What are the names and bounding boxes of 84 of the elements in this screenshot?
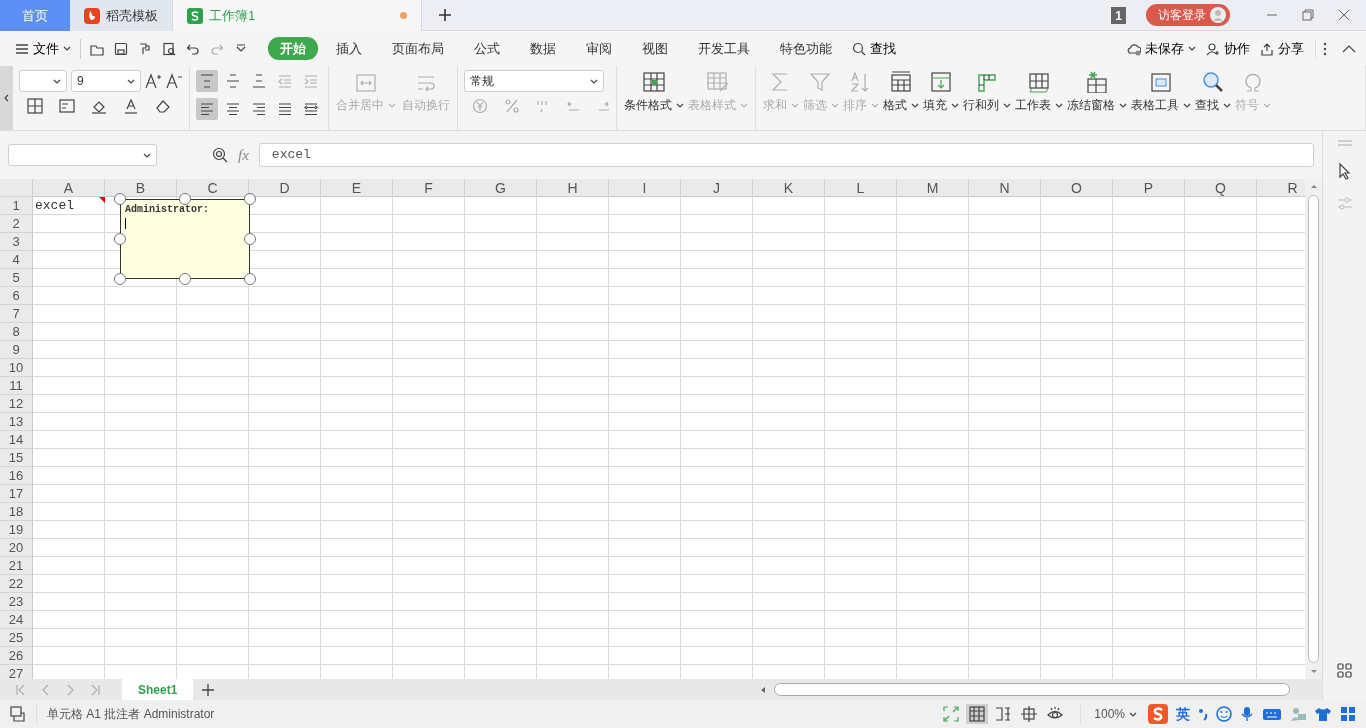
row-header[interactable]: 24 — [0, 611, 33, 629]
search-button[interactable]: 查找 — [847, 38, 901, 59]
column-header[interactable]: L — [825, 179, 897, 197]
formula-field[interactable]: excel — [258, 143, 1314, 167]
row-header[interactable]: 23 — [0, 593, 33, 611]
row-header[interactable]: 13 — [0, 413, 33, 431]
column-header[interactable]: C — [177, 179, 249, 197]
ribbon-tab[interactable]: 页面布局 — [380, 36, 456, 61]
ribbon-button[interactable]: 填充 — [922, 67, 960, 118]
cell-text: excel — [35, 198, 74, 213]
column-header[interactable]: N — [969, 179, 1041, 197]
document-tab[interactable]: 稻壳模板 — [70, 0, 172, 31]
ribbon-button[interactable]: 查找 — [1194, 67, 1232, 118]
row-header[interactable]: 7 — [0, 305, 33, 323]
column-header[interactable]: G — [465, 179, 537, 197]
row-header[interactable]: 9 — [0, 341, 33, 359]
row-header[interactable]: 22 — [0, 575, 33, 593]
column-header[interactable]: J — [681, 179, 753, 197]
ribbon-tab[interactable]: 开发工具 — [686, 36, 762, 61]
row-header[interactable]: 12 — [0, 395, 33, 413]
ribbon-tab[interactable]: 视图 — [630, 36, 680, 61]
row-header[interactable]: 21 — [0, 557, 33, 575]
toolbar-button[interactable]: 未保存 — [1122, 38, 1201, 59]
document-tab[interactable]: 工作簿1 — [172, 0, 422, 31]
row-header[interactable]: 19 — [0, 521, 33, 539]
status-text: 单元格 A1 批注者 Administrator — [47, 706, 215, 723]
comment-author: Administrator: — [125, 203, 210, 217]
tab-label: 稻壳模板 — [106, 6, 158, 25]
ribbon-button[interactable]: 冻结窗格 — [1066, 67, 1128, 118]
row-header[interactable]: 11 — [0, 377, 33, 395]
column-header[interactable]: B — [105, 179, 177, 197]
login-button[interactable]: 访客登录 — [1146, 4, 1230, 26]
number-format-field[interactable]: 常规 — [464, 70, 604, 92]
row-header[interactable]: 18 — [0, 503, 33, 521]
row-header[interactable]: 20 — [0, 539, 33, 557]
column-header[interactable]: D — [249, 179, 321, 197]
column-header[interactable]: R — [1257, 179, 1305, 197]
column-header[interactable]: I — [609, 179, 681, 197]
zoom-button[interactable]: 100% — [1091, 703, 1140, 725]
file-menu[interactable]: 文件 — [10, 38, 76, 59]
tab-label: 首页 — [22, 6, 48, 25]
ime-language[interactable]: 英 — [1176, 703, 1190, 725]
tab-label: 工作簿1 — [209, 6, 256, 25]
ribbon-button[interactable]: 表格工具 — [1130, 67, 1192, 118]
toolbar-button[interactable]: 协作 — [1201, 38, 1255, 59]
toolbar-button[interactable]: 分享 — [1255, 38, 1309, 59]
ribbon-tab[interactable]: 公式 — [462, 36, 512, 61]
column-header[interactable]: K — [753, 179, 825, 197]
row-header[interactable]: 27 — [0, 665, 33, 679]
column-header[interactable]: M — [897, 179, 969, 197]
ribbon-button[interactable]: 条件格式 — [623, 67, 685, 118]
column-header[interactable]: Q — [1185, 179, 1257, 197]
column-header[interactable]: P — [1113, 179, 1185, 197]
ribbon-button[interactable]: 行和列 — [962, 67, 1012, 118]
row-header[interactable]: 5 — [0, 269, 33, 287]
function-label[interactable]: fx — [238, 143, 249, 167]
font-size-field[interactable]: 9 — [71, 70, 141, 92]
ribbon-button[interactable]: 工作表 — [1014, 67, 1064, 118]
window-count-badge[interactable]: 1 — [1111, 7, 1126, 24]
comment-box[interactable]: Administrator: — [120, 199, 250, 279]
ribbon-tab[interactable]: 审阅 — [574, 36, 624, 61]
ribbon-tab[interactable]: 插入 — [324, 36, 374, 61]
ribbon-tab[interactable]: 数据 — [518, 36, 568, 61]
column-header[interactable]: O — [1041, 179, 1113, 197]
row-header[interactable]: 2 — [0, 215, 33, 233]
row-header[interactable]: 10 — [0, 359, 33, 377]
row-header[interactable]: 8 — [0, 323, 33, 341]
row-header[interactable]: 6 — [0, 287, 33, 305]
column-header[interactable]: A — [33, 179, 105, 197]
column-header[interactable]: F — [393, 179, 465, 197]
row-header[interactable]: 1 — [0, 197, 33, 215]
row-header[interactable]: 17 — [0, 485, 33, 503]
ribbon-tab[interactable]: 特色功能 — [768, 36, 844, 61]
row-header[interactable]: 16 — [0, 467, 33, 485]
column-header[interactable]: H — [537, 179, 609, 197]
row-header[interactable]: 15 — [0, 449, 33, 467]
row-header[interactable]: 25 — [0, 629, 33, 647]
ribbon-button[interactable]: 格式 — [882, 67, 920, 118]
row-header[interactable]: 4 — [0, 251, 33, 269]
sheet-tab[interactable]: Sheet1 — [122, 679, 194, 700]
column-header[interactable]: E — [321, 179, 393, 197]
row-header[interactable]: 3 — [0, 233, 33, 251]
row-header[interactable]: 26 — [0, 647, 33, 665]
row-header[interactable]: 14 — [0, 431, 33, 449]
